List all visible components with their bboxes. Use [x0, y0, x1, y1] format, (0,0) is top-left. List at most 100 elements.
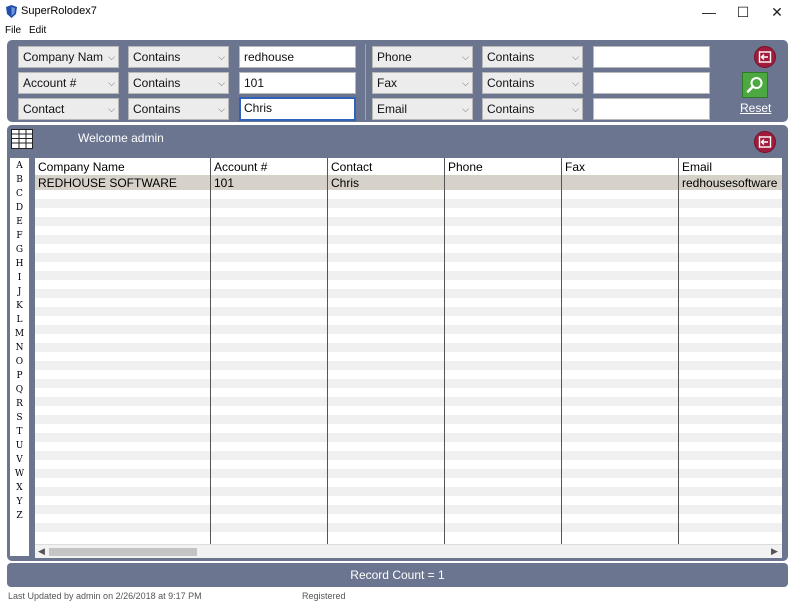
column-header-account[interactable]: Account # [214, 160, 267, 174]
empty-row [35, 397, 782, 406]
letter-m[interactable]: M [10, 327, 29, 341]
menu-file[interactable]: File [5, 25, 21, 36]
horizontal-scrollbar[interactable]: ◀ ▶ [35, 544, 782, 558]
letter-t[interactable]: T [10, 425, 29, 439]
chevron-down-icon: ⌵ [462, 78, 469, 88]
letter-s[interactable]: S [10, 411, 29, 425]
letter-b[interactable]: B [10, 173, 29, 187]
empty-row [35, 451, 782, 460]
filter-field-select[interactable]: Account # ⌵ [18, 72, 119, 94]
letter-r[interactable]: R [10, 397, 29, 411]
chevron-down-icon: ⌵ [108, 78, 115, 88]
column-divider[interactable] [561, 158, 562, 544]
letter-c[interactable]: C [10, 187, 29, 201]
filter-operator-select[interactable]: Contains ⌵ [482, 46, 583, 68]
record-count: Record Count = 1 [350, 568, 445, 582]
filter-value-input[interactable]: 101 [239, 72, 356, 94]
column-divider[interactable] [327, 158, 328, 544]
letter-l[interactable]: L [10, 313, 29, 327]
registration-status: Registered [302, 591, 346, 601]
letter-v[interactable]: V [10, 453, 29, 467]
scrollbar-thumb[interactable] [49, 548, 197, 556]
chevron-down-icon: ⌵ [462, 52, 469, 62]
letter-i[interactable]: I [10, 271, 29, 285]
scroll-right-icon[interactable]: ▶ [771, 545, 778, 558]
chevron-down-icon: ⌵ [572, 104, 579, 114]
column-divider[interactable] [444, 158, 445, 544]
chevron-down-icon: ⌵ [108, 104, 115, 114]
column-header-email[interactable]: Email [682, 160, 712, 174]
column-divider[interactable] [210, 158, 211, 544]
filter-value-input[interactable]: redhouse [239, 46, 356, 68]
chevron-down-icon: ⌵ [572, 52, 579, 62]
filter-operator-select[interactable]: Contains ⌵ [128, 98, 229, 120]
filter-value-input[interactable] [593, 46, 710, 68]
letter-n[interactable]: N [10, 341, 29, 355]
empty-row [35, 487, 782, 496]
letter-w[interactable]: W [10, 467, 29, 481]
letter-q[interactable]: Q [10, 383, 29, 397]
filter-field-select[interactable]: Phone ⌵ [372, 46, 473, 68]
scroll-left-icon[interactable]: ◀ [38, 545, 45, 558]
letter-p[interactable]: P [10, 369, 29, 383]
filter-divider [365, 44, 366, 120]
empty-row [35, 379, 782, 388]
filter-value-input[interactable] [593, 72, 710, 94]
collapse-filter-button[interactable] [754, 46, 776, 68]
filter-operator-select[interactable]: Contains ⌵ [482, 72, 583, 94]
search-button[interactable] [742, 72, 768, 98]
empty-row [35, 343, 782, 352]
cell-contact: Chris [331, 176, 360, 190]
empty-row [35, 415, 782, 424]
letter-y[interactable]: Y [10, 495, 29, 509]
search-icon [746, 77, 763, 93]
letter-x[interactable]: X [10, 481, 29, 495]
filter-field-select[interactable]: Contact ⌵ [18, 98, 119, 120]
empty-row [35, 199, 782, 208]
logout-button[interactable] [754, 131, 776, 153]
column-header-phone[interactable]: Phone [448, 160, 483, 174]
letter-k[interactable]: K [10, 299, 29, 313]
letter-z[interactable]: Z [10, 509, 29, 523]
records-grid: Company Name Account # Contact Phone Fax… [35, 158, 782, 558]
chevron-down-icon: ⌵ [218, 52, 225, 62]
welcome-message: Welcome admin [78, 131, 164, 145]
chevron-down-icon: ⌵ [572, 78, 579, 88]
letter-u[interactable]: U [10, 439, 29, 453]
column-header-contact[interactable]: Contact [331, 160, 372, 174]
exit-arrow-icon [758, 136, 772, 148]
filter-operator-select[interactable]: Contains ⌵ [128, 46, 229, 68]
filter-operator-select[interactable]: Contains ⌵ [128, 72, 229, 94]
maximize-button[interactable]: ☐ [726, 0, 760, 24]
window-title: SuperRolodex7 [21, 5, 97, 17]
filter-value-input[interactable] [593, 98, 710, 120]
column-header-company[interactable]: Company Name [38, 160, 125, 174]
filter-field-select[interactable]: Email ⌵ [372, 98, 473, 120]
column-divider[interactable] [678, 158, 679, 544]
filter-field-select[interactable]: Fax ⌵ [372, 72, 473, 94]
letter-a[interactable]: A [10, 159, 29, 173]
letter-e[interactable]: E [10, 215, 29, 229]
letter-g[interactable]: G [10, 243, 29, 257]
minimize-button[interactable]: — [692, 0, 726, 24]
filter-value-input[interactable]: Chris [239, 97, 356, 121]
letter-j[interactable]: J [10, 285, 29, 299]
letter-h[interactable]: H [10, 257, 29, 271]
letter-o[interactable]: O [10, 355, 29, 369]
empty-row [35, 253, 782, 262]
empty-row [35, 361, 782, 370]
menu-edit[interactable]: Edit [29, 25, 46, 36]
title-bar: SuperRolodex7 — ☐ ✕ [0, 0, 794, 24]
letter-f[interactable]: F [10, 229, 29, 243]
empty-row [35, 217, 782, 226]
close-button[interactable]: ✕ [760, 0, 794, 24]
filter-field-select[interactable]: Company Nam ⌵ [18, 46, 119, 68]
app-shield-icon [6, 5, 17, 18]
reset-link[interactable]: Reset [740, 101, 771, 115]
filter-operator-select[interactable]: Contains ⌵ [482, 98, 583, 120]
column-header-fax[interactable]: Fax [565, 160, 585, 174]
letter-d[interactable]: D [10, 201, 29, 215]
exit-arrow-icon [758, 51, 772, 63]
grid-view-icon[interactable] [11, 129, 33, 149]
empty-row [35, 235, 782, 244]
